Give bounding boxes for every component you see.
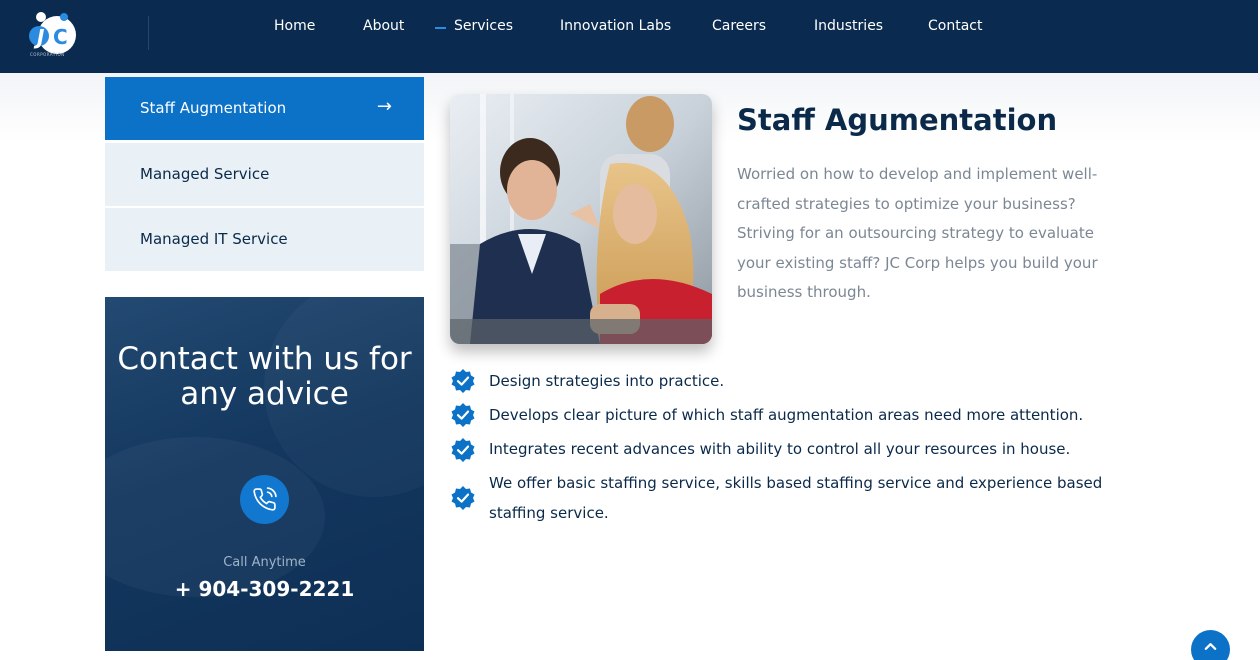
site-header: J C CORPORATION Home About Services Inno… xyxy=(0,0,1258,73)
sidebar-item-managed-service[interactable]: Managed Service xyxy=(105,143,424,206)
check-badge-icon xyxy=(451,486,475,510)
main-nav: Home About Services Innovation Labs Care… xyxy=(0,0,1258,56)
list-item-text: Develops clear picture of which staff au… xyxy=(489,406,1084,424)
office-team-photo xyxy=(450,94,712,344)
check-badge-icon xyxy=(451,369,475,393)
list-item-text: Integrates recent advances with ability … xyxy=(489,440,1071,458)
page-title: Staff Agumentation xyxy=(737,103,1058,137)
call-anytime-label: Call Anytime xyxy=(223,555,306,570)
back-to-top-button[interactable] xyxy=(1191,630,1230,660)
photo-illustration xyxy=(450,94,712,344)
nav-contact[interactable]: Contact xyxy=(928,18,982,34)
sidebar-item-managed-it-service[interactable]: Managed IT Service xyxy=(105,208,424,271)
phone-call-button[interactable] xyxy=(240,475,289,524)
chevron-up-icon xyxy=(1204,643,1217,650)
nav-services[interactable]: Services xyxy=(454,18,513,34)
arrow-right-icon: → xyxy=(376,96,392,117)
nav-about[interactable]: About xyxy=(363,18,404,34)
check-badge-icon xyxy=(451,438,475,462)
nav-home[interactable]: Home xyxy=(274,18,315,34)
nav-industries[interactable]: Industries xyxy=(814,18,883,34)
sidebar-item-label: Staff Augmentation xyxy=(140,99,287,117)
page-description: Worried on how to develop and implement … xyxy=(737,165,1098,301)
contact-card: Contact with us for any advice Call Anyt… xyxy=(105,297,424,651)
sidebar-item-label: Managed Service xyxy=(140,165,270,183)
nav-careers[interactable]: Careers xyxy=(712,18,766,34)
list-item-text: We offer basic staffing service, skills … xyxy=(489,474,1103,522)
nav-active-indicator xyxy=(435,27,446,29)
nav-innovation-labs[interactable]: Innovation Labs xyxy=(560,18,671,34)
phone-call-icon xyxy=(253,487,277,511)
list-item-text: Design strategies into practice. xyxy=(489,372,725,390)
contact-card-title: Contact with us for any advice xyxy=(117,341,412,412)
check-badge-icon xyxy=(451,403,475,427)
sidebar-item-staff-augmentation[interactable]: Staff Augmentation → xyxy=(105,77,424,140)
sidebar-item-label: Managed IT Service xyxy=(140,230,288,248)
phone-number[interactable]: + 904-309-2221 xyxy=(105,577,424,601)
